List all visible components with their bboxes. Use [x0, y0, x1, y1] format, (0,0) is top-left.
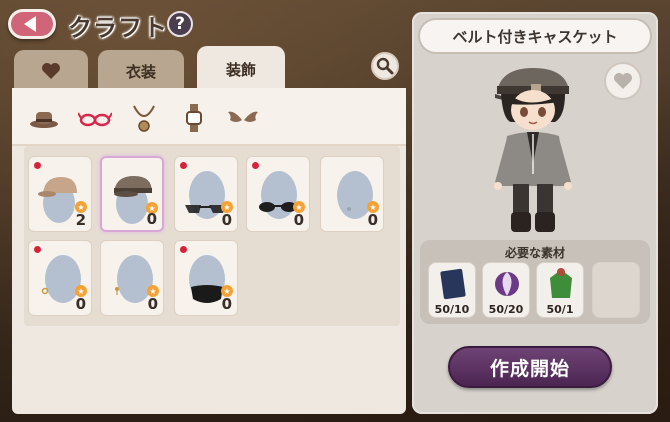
item-count: 0 — [146, 210, 157, 228]
page-title: クラフト — [68, 14, 168, 42]
item-earring-gold[interactable]: ★ 0 — [28, 240, 92, 316]
item-count: 0 — [221, 295, 232, 313]
item-cap-beige[interactable]: ★ 2 — [28, 156, 92, 232]
favorite-button[interactable] — [604, 62, 642, 100]
item-count: 0 — [293, 211, 304, 229]
material-navy-fabric[interactable]: 50/10 — [428, 262, 476, 318]
item-count: 0 — [367, 211, 378, 229]
item-black-mask[interactable]: ★ 0 — [174, 240, 238, 316]
item-count: 0 — [147, 295, 158, 313]
item-panel: ★ 2 ★ 0 ★ 0 ★ 0 ★ 0 ★ 0 ★ 0 ★ 0 — [12, 88, 406, 414]
item-count: 0 — [221, 211, 232, 229]
material-empty-slot — [592, 262, 640, 318]
item-count: 0 — [75, 295, 86, 313]
material-count: 50/10 — [434, 303, 470, 316]
material-count: 50/1 — [546, 303, 574, 316]
material-count: 50/20 — [488, 303, 524, 316]
category-bar — [12, 88, 406, 146]
item-grid: ★ 2 ★ 0 ★ 0 ★ 0 ★ 0 ★ 0 ★ 0 ★ 0 — [24, 146, 400, 326]
tab-costume[interactable]: 衣装 — [98, 50, 184, 92]
item-casquette[interactable]: ★ 0 — [100, 156, 164, 232]
craft-start-button[interactable]: 作成開始 — [448, 346, 612, 388]
material-green-jacket[interactable]: 50/1 — [536, 262, 584, 318]
heart-icon — [614, 73, 632, 89]
item-earring-gold-2[interactable]: ★ 0 — [100, 240, 164, 316]
material-purple-ribbon[interactable]: 50/20 — [482, 262, 530, 318]
item-earring[interactable]: ★ 0 — [320, 156, 384, 232]
item-name: ベルト付きキャスケット — [418, 18, 652, 54]
back-button[interactable] — [8, 9, 56, 39]
ribbon-icon — [495, 272, 519, 296]
glasses-icon[interactable] — [77, 102, 113, 134]
necklace-icon[interactable] — [128, 102, 160, 134]
item-count: 2 — [75, 211, 86, 229]
watch-icon[interactable] — [178, 102, 210, 134]
materials-box: 必要な素材 50/10 50/20 50/1 — [420, 240, 650, 324]
detail-panel: ベルト付きキャスケット 必要な素材 50/10 50/20 50/1 作成開始 — [412, 12, 658, 414]
hat-icon[interactable] — [28, 102, 60, 134]
heart-icon — [42, 63, 60, 79]
materials-title: 必要な素材 — [504, 246, 565, 260]
jacket-icon — [550, 268, 572, 298]
help-button[interactable]: ? — [167, 11, 193, 37]
search-icon — [376, 57, 394, 75]
back-arrow-icon — [24, 16, 36, 32]
avatar-preview — [494, 68, 572, 232]
wings-icon[interactable] — [226, 102, 258, 134]
tab-favorites[interactable] — [14, 50, 88, 92]
item-sunglasses[interactable]: ★ 0 — [246, 156, 310, 232]
item-cat-eye-glasses[interactable]: ★ 0 — [174, 156, 238, 232]
fabric-icon — [440, 268, 466, 300]
search-button[interactable] — [371, 52, 399, 80]
tab-accessory[interactable]: 装飾 — [197, 46, 285, 92]
